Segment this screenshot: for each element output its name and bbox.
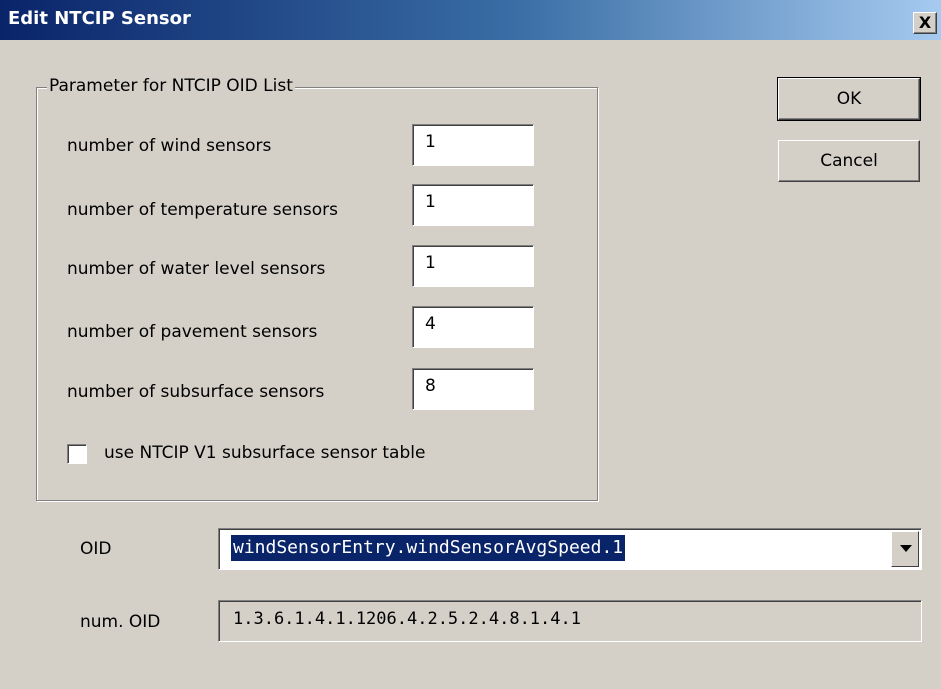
chevron-down-icon[interactable] [891,531,919,567]
ok-button[interactable]: OK [777,77,921,121]
water-level-sensors-label: number of water level sensors [67,259,326,279]
num-oid-value: 1.3.6.1.4.1.1206.4.2.5.2.4.8.1.4.1 [233,609,581,629]
pavement-sensors-label: number of pavement sensors [67,322,318,342]
temperature-sensors-input[interactable]: 1 [412,184,534,226]
water-level-sensors-input[interactable]: 1 [412,245,534,287]
subsurface-sensors-label: number of subsurface sensors [67,382,325,402]
num-oid-label: num. OID [80,612,161,632]
edit-ntcip-sensor-dialog: Edit NTCIP Sensor X Parameter for NTCIP … [0,0,941,689]
close-icon: X [918,13,932,32]
ntcip-v1-checkbox-label[interactable]: use NTCIP V1 subsurface sensor table [104,443,425,463]
oid-selected-value: windSensorEntry.windSensorAvgSpeed.1 [231,535,626,561]
cancel-button[interactable]: Cancel [778,140,920,182]
wind-sensors-label: number of wind sensors [67,136,272,156]
group-legend: Parameter for NTCIP OID List [47,76,295,96]
close-button[interactable]: X [913,12,937,34]
subsurface-sensors-input[interactable]: 8 [412,368,534,410]
ntcip-v1-checkbox[interactable] [67,444,87,464]
temperature-sensors-label: number of temperature sensors [67,200,338,220]
pavement-sensors-input[interactable]: 4 [412,306,534,348]
title-bar[interactable]: Edit NTCIP Sensor X [0,0,941,40]
wind-sensors-input[interactable]: 1 [412,124,534,166]
oid-label: OID [80,539,112,559]
oid-dropdown[interactable]: windSensorEntry.windSensorAvgSpeed.1 [218,528,922,570]
num-oid-field: 1.3.6.1.4.1.1206.4.2.5.2.4.8.1.4.1 [218,600,922,642]
dialog-title: Edit NTCIP Sensor [8,8,191,29]
